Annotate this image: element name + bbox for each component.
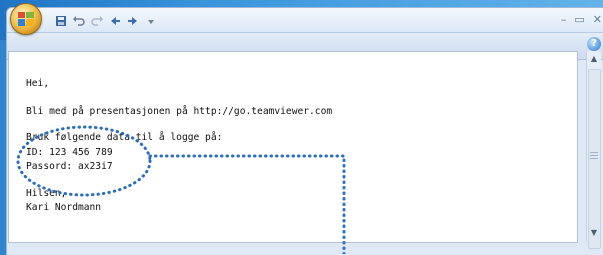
undo-icon[interactable] [73, 15, 85, 27]
maximize-button[interactable]: ▭ [574, 13, 584, 26]
minimize-button[interactable]: – [561, 13, 567, 26]
vertical-scrollbar[interactable]: ▲ ▼ [586, 51, 601, 249]
title-bar: – ▭ ✕ [7, 8, 603, 33]
closing-line: Hilsen, [26, 188, 67, 199]
quick-access-toolbar [55, 14, 157, 28]
scroll-down-icon[interactable]: ▼ [587, 227, 601, 239]
office-button[interactable] [10, 3, 42, 35]
save-icon[interactable] [55, 15, 67, 27]
scroll-grip-line [590, 152, 598, 153]
close-button[interactable]: ✕ [593, 13, 602, 26]
window-controls: – ▭ ✕ [561, 13, 602, 26]
previous-icon[interactable] [109, 15, 121, 27]
scroll-grip-line [590, 158, 598, 159]
office-logo-icon [18, 12, 34, 26]
help-icon[interactable]: ? [587, 37, 601, 51]
message-body[interactable]: Hei, Bli med på presentasjonen på http:/… [8, 51, 578, 243]
customize-toolbar-icon[interactable] [145, 15, 157, 27]
instructions-line: Bruk følgende data til å logge på: [26, 132, 223, 143]
next-icon[interactable] [127, 15, 139, 27]
scroll-thumb[interactable] [588, 69, 601, 249]
redo-icon[interactable] [91, 15, 103, 27]
scroll-up-icon[interactable]: ▲ [587, 53, 601, 65]
signature-line: Kari Nordmann [26, 202, 102, 213]
scroll-grip-line [590, 155, 598, 156]
greeting-line: Hei, [26, 78, 50, 89]
invite-line: Bli med på presentasjonen på http://go.t… [26, 106, 333, 117]
id-line: ID: 123 456 789 [26, 147, 113, 158]
password-line: Passord: ax23i7 [26, 161, 113, 172]
